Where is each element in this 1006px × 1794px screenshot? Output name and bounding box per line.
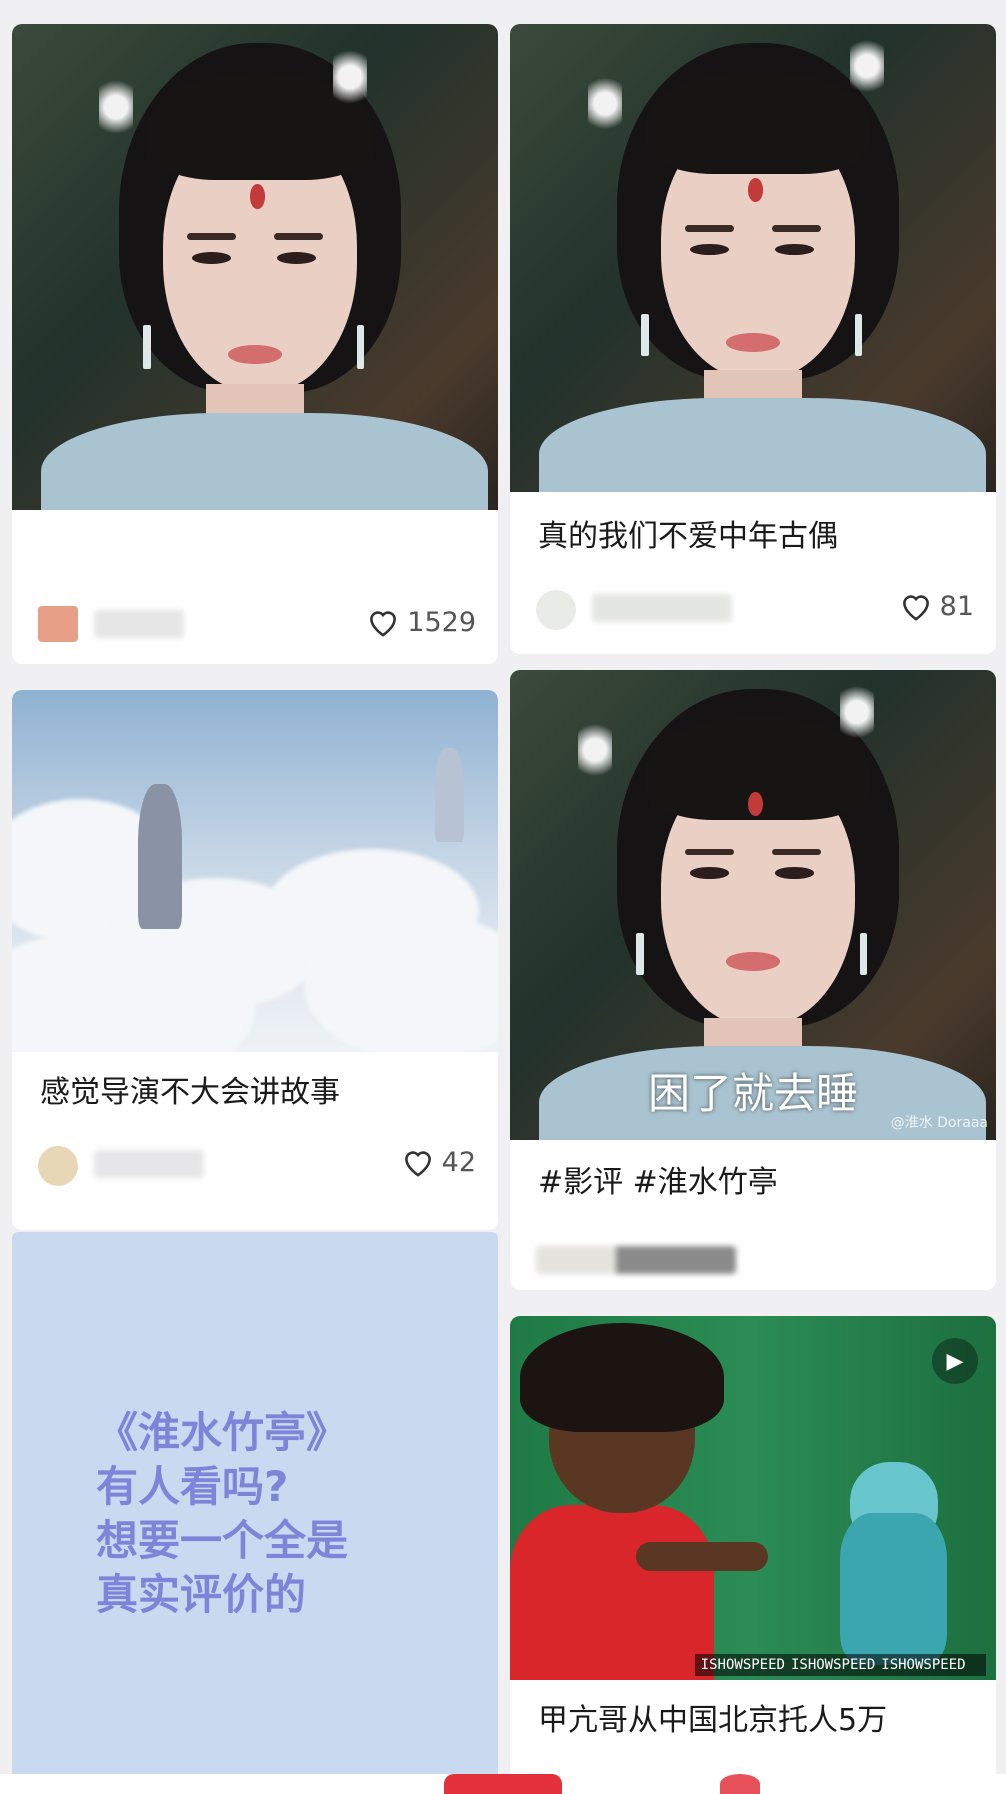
- like-count: 1529: [407, 606, 476, 638]
- heart-outline-icon: [404, 1151, 431, 1177]
- like-button[interactable]: 1529: [365, 602, 476, 642]
- cover-text: 《淮水竹亭》 有人看吗? 想要一个全是 真实评价的: [96, 1408, 349, 1619]
- card-image[interactable]: 《淮水竹亭》 有人看吗? 想要一个全是 真实评价的: [12, 1232, 498, 1774]
- social-handles: ISHOWSPEED ISHOWSPEED ISHOWSPEED: [694, 1654, 987, 1676]
- author-name-blurred[interactable]: [536, 1246, 736, 1274]
- author-name-blurred[interactable]: [94, 1150, 204, 1178]
- publish-button[interactable]: [444, 1774, 562, 1794]
- card-image[interactable]: [510, 24, 996, 492]
- like-button[interactable]: 81: [898, 586, 974, 626]
- feed-card-6[interactable]: ▶ ISHOWSPEED ISHOWSPEED ISHOWSPEED 甲亢哥从中…: [510, 1316, 996, 1774]
- feed-card-2[interactable]: 真的我们不爱中年古偶 81: [510, 24, 996, 654]
- feed-card-1[interactable]: 1529: [12, 24, 498, 664]
- card-title[interactable]: 真的我们不爱中年古偶: [538, 518, 976, 556]
- card-title[interactable]: #影评 #淮水竹亭: [538, 1164, 976, 1202]
- author-avatar[interactable]: [38, 1146, 78, 1186]
- feed-card-5[interactable]: 《淮水竹亭》 有人看吗? 想要一个全是 真实评价的: [12, 1232, 498, 1774]
- feed-card-3[interactable]: 感觉导演不大会讲故事 42: [12, 690, 498, 1230]
- card-title[interactable]: 感觉导演不大会讲故事: [40, 1074, 478, 1112]
- author-avatar[interactable]: [38, 606, 78, 642]
- feed-card-4[interactable]: 困了就去睡 @淮水 Doraaa #影评 #淮水竹亭: [510, 670, 996, 1290]
- like-button[interactable]: 42: [400, 1142, 476, 1182]
- like-count: 42: [441, 1146, 476, 1178]
- watermark: @淮水 Doraaa: [890, 1115, 988, 1131]
- heart-outline-icon: [902, 595, 929, 621]
- author-name-blurred[interactable]: [94, 610, 184, 638]
- play-icon[interactable]: ▶: [932, 1338, 978, 1384]
- notification-dot: [720, 1774, 760, 1794]
- like-count: 81: [939, 590, 974, 622]
- card-image[interactable]: ▶ ISHOWSPEED ISHOWSPEED ISHOWSPEED: [510, 1316, 996, 1680]
- card-title[interactable]: 甲亢哥从中国北京托人5万: [538, 1702, 976, 1740]
- card-image[interactable]: 困了就去睡 @淮水 Doraaa: [510, 670, 996, 1140]
- bottom-bar: [0, 1774, 1006, 1794]
- heart-outline-icon: [370, 611, 397, 637]
- author-avatar[interactable]: [536, 590, 576, 630]
- card-image[interactable]: [12, 690, 498, 1052]
- author-name-blurred[interactable]: [592, 594, 732, 622]
- card-image[interactable]: [12, 24, 498, 510]
